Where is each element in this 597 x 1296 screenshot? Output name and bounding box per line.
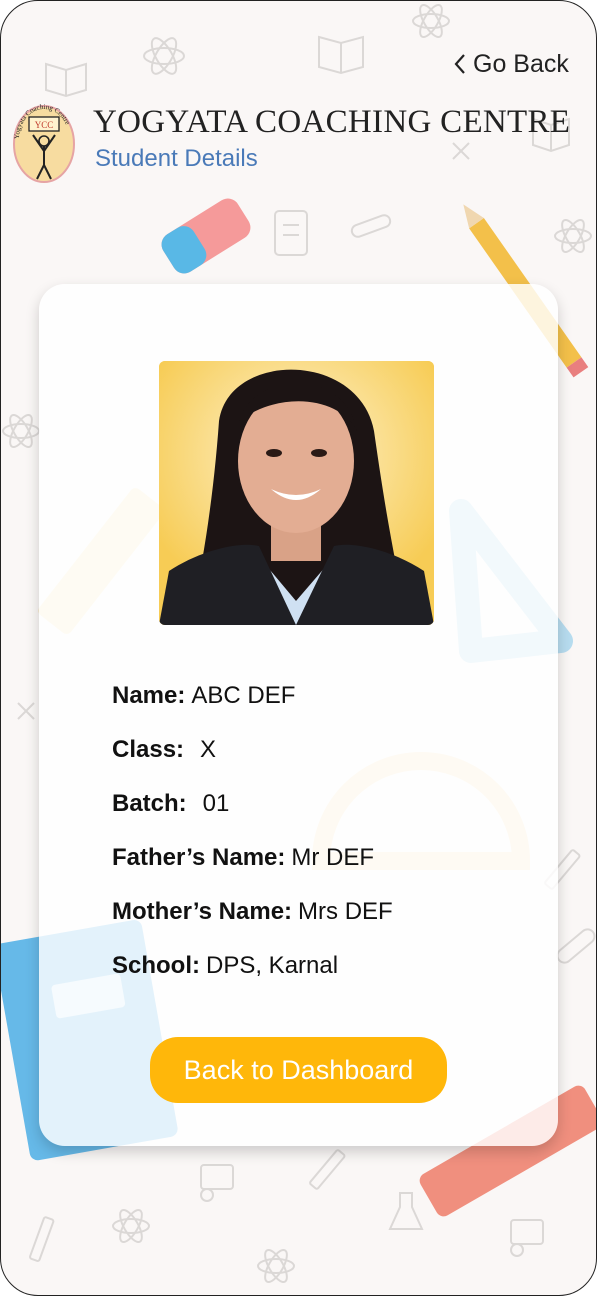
eraser-icon — [161, 198, 251, 274]
detail-label: Mother’s Name: — [112, 898, 293, 925]
paperclip-icon — [556, 928, 596, 964]
document-icon — [274, 210, 308, 256]
app-screen: Go Back YCC Yogyata Coaching Centre YOGY… — [0, 0, 597, 1296]
detail-label: School: — [112, 952, 200, 979]
detail-value: ABC DEF — [191, 682, 296, 709]
svg-text:YCC: YCC — [35, 120, 54, 130]
math-icon — [17, 702, 35, 720]
detail-label: Class: — [112, 736, 185, 763]
detail-value: 01 — [202, 790, 230, 817]
detail-value: DPS, Karnal — [206, 952, 339, 979]
detail-label: Batch: — [112, 790, 187, 817]
student-details-card: Name: ABC DEF Class: X Batch: 01 Father’s N… — [39, 284, 558, 1146]
detail-value: X — [200, 736, 217, 763]
pencil-outline-icon — [29, 1216, 55, 1262]
detail-label: Name: — [112, 682, 186, 709]
paperclip-icon — [350, 214, 392, 238]
brand-title: YOGYATA COACHING CENTRE — [93, 104, 571, 140]
teacher-icon — [200, 1164, 234, 1202]
atom-icon — [257, 1249, 295, 1283]
detail-row-father-name: Father’s Name: Mr DEF — [112, 841, 393, 895]
detail-row-school: School: DPS, Karnal — [112, 949, 393, 1003]
atom-icon — [143, 37, 185, 75]
detail-row-batch: Batch: 01 — [112, 787, 393, 841]
atom-icon — [412, 4, 450, 38]
detail-label: Father’s Name: — [112, 844, 286, 871]
detail-value: Mrs DEF — [298, 898, 393, 925]
atom-icon — [112, 1209, 150, 1243]
detail-value: Mr DEF — [291, 844, 375, 871]
student-details-list: Name: ABC DEF Class: X Batch: 01 Father’s N… — [112, 679, 393, 1003]
chevron-left-icon — [453, 47, 473, 81]
back-to-dashboard-button[interactable]: Back to Dashboard — [150, 1037, 447, 1103]
detail-row-class: Class: X — [112, 733, 393, 787]
student-photo — [159, 361, 434, 625]
teacher-icon — [510, 1219, 544, 1257]
coaching-centre-logo: YCC Yogyata Coaching Centre — [11, 99, 77, 185]
atom-icon — [2, 414, 40, 448]
page-subtitle: Student Details — [95, 145, 258, 172]
detail-row-name: Name: ABC DEF — [112, 679, 393, 733]
detail-row-mother-name: Mother’s Name: Mrs DEF — [112, 895, 393, 949]
book-icon — [45, 62, 87, 98]
pencil-outline-icon — [309, 1149, 346, 1190]
go-back-button[interactable]: Go Back — [453, 47, 569, 81]
book-icon — [318, 35, 364, 75]
atom-icon — [554, 219, 592, 253]
go-back-label: Go Back — [473, 49, 569, 78]
math-icon — [452, 142, 470, 160]
flask-icon — [388, 1192, 424, 1230]
